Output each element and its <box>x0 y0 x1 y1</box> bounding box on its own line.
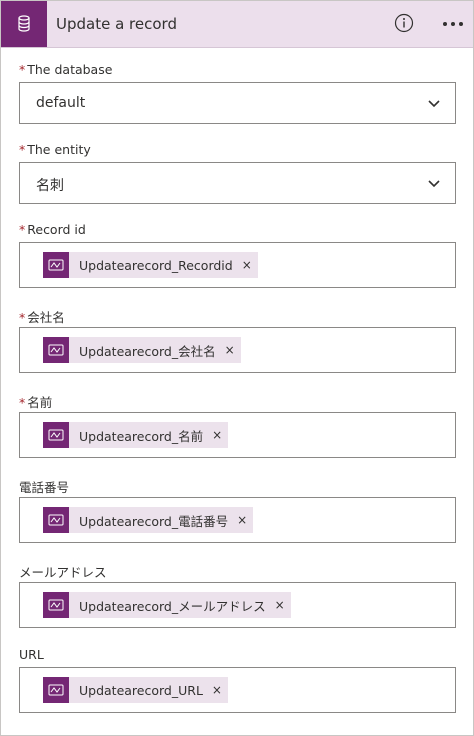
required-marker: * <box>19 142 26 157</box>
dataverse-icon <box>43 252 69 278</box>
token-label: Updatearecord_Recordid <box>79 257 233 273</box>
company-input[interactable]: Updatearecord_会社名 × <box>19 327 456 373</box>
chevron-down-icon <box>428 100 440 108</box>
dynamic-content-token[interactable]: Updatearecord_電話番号 × <box>43 507 254 533</box>
remove-token-icon[interactable]: × <box>242 258 252 272</box>
entity-label: * The entity <box>19 142 91 157</box>
required-marker: * <box>19 395 26 410</box>
chevron-down-icon <box>428 180 440 188</box>
remove-token-icon[interactable]: × <box>275 598 285 612</box>
required-marker: * <box>19 222 26 237</box>
token-label: Updatearecord_電話番号 <box>79 513 229 529</box>
entity-value: 名刺 <box>36 178 64 194</box>
url-label: URL <box>19 647 44 662</box>
remove-token-icon[interactable]: × <box>212 428 222 442</box>
token-label: Updatearecord_URL <box>79 682 203 698</box>
remove-token-icon[interactable]: × <box>225 343 235 357</box>
dynamic-content-token[interactable]: Updatearecord_名前 × <box>43 422 229 448</box>
database-label: * The database <box>19 62 112 77</box>
record-id-label: * Record id <box>19 222 86 237</box>
database-icon <box>1 1 47 47</box>
database-label-text: The database <box>27 62 113 77</box>
company-label-text: 会社名 <box>27 310 65 325</box>
info-icon[interactable] <box>394 13 414 33</box>
dynamic-content-token[interactable]: Updatearecord_会社名 × <box>43 337 241 363</box>
url-input[interactable]: Updatearecord_URL × <box>19 667 456 713</box>
token-label: Updatearecord_会社名 <box>79 343 216 359</box>
dynamic-content-token[interactable]: Updatearecord_URL × <box>43 677 228 703</box>
token-label: Updatearecord_名前 <box>79 428 204 444</box>
phone-input[interactable]: Updatearecord_電話番号 × <box>19 497 456 543</box>
dataverse-icon <box>43 337 69 363</box>
entity-select[interactable]: 名刺 <box>19 162 456 204</box>
database-select[interactable]: default <box>19 82 456 124</box>
dynamic-content-token[interactable]: Updatearecord_Recordid × <box>43 252 258 278</box>
name-input[interactable]: Updatearecord_名前 × <box>19 412 456 458</box>
database-value: default <box>36 95 86 111</box>
record-id-input[interactable]: Updatearecord_Recordid × <box>19 242 456 288</box>
more-ellipsis-icon[interactable] <box>441 14 465 34</box>
dataverse-icon <box>43 677 69 703</box>
card-header[interactable]: Update a record <box>1 1 473 48</box>
record-id-label-text: Record id <box>27 222 86 237</box>
company-label: * 会社名 <box>19 307 65 326</box>
dataverse-icon <box>43 507 69 533</box>
remove-token-icon[interactable]: × <box>237 513 247 527</box>
card-title: Update a record <box>56 15 177 33</box>
name-label: * 名前 <box>19 392 52 411</box>
dataverse-icon <box>43 592 69 618</box>
dynamic-content-token[interactable]: Updatearecord_メールアドレス × <box>43 592 291 618</box>
remove-token-icon[interactable]: × <box>212 683 222 697</box>
entity-label-text: The entity <box>27 142 91 157</box>
token-label: Updatearecord_メールアドレス <box>79 598 266 614</box>
name-label-text: 名前 <box>27 395 53 410</box>
dataverse-icon <box>43 422 69 448</box>
update-record-card: Update a record * The database default * T… <box>0 0 474 736</box>
email-label: メールアドレス <box>19 565 107 580</box>
email-input[interactable]: Updatearecord_メールアドレス × <box>19 582 456 628</box>
required-marker: * <box>19 62 26 77</box>
required-marker: * <box>19 310 26 325</box>
phone-label: 電話番号 <box>19 480 70 495</box>
